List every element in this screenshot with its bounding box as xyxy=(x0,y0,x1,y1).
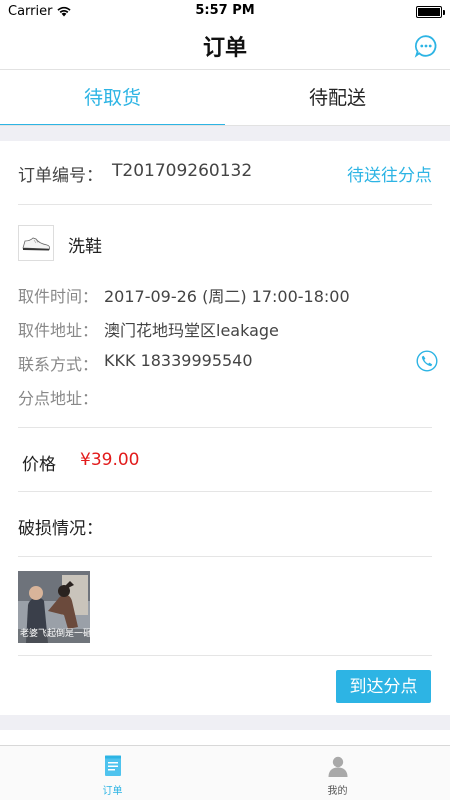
status-bar: Carrier 5:57 PM xyxy=(0,0,450,24)
product-name: 洗鞋 xyxy=(68,237,102,257)
price-value: ¥39.00 xyxy=(80,450,140,470)
tab-pending-pickup[interactable]: 待取货 xyxy=(0,70,225,126)
order-header: 订单编号： T201709260132 待送往分点 xyxy=(18,141,432,205)
order-number-value: T201709260132 xyxy=(112,161,253,181)
user-icon xyxy=(328,756,347,777)
pickup-address-row: 取件地址： 澳门花地玛堂区leakage xyxy=(18,317,432,341)
damage-photo-caption: 老婆飞起倒是一砸 xyxy=(20,629,90,639)
branch-address-label: 分点地址： xyxy=(18,389,99,408)
tabbar-label-orders: 订单 xyxy=(102,786,123,797)
order-status: 待送往分点 xyxy=(347,166,432,186)
order-card[interactable]: 订单编号： T201709260132 待送往分点 洗鞋 取件时间： 2017-… xyxy=(0,141,450,715)
divider xyxy=(18,427,432,428)
status-time: 5:57 PM xyxy=(195,3,255,18)
tab-pending-delivery[interactable]: 待配送 xyxy=(225,70,450,126)
order-list-icon xyxy=(104,755,121,776)
pickup-address-value: 澳门花地玛堂区leakage xyxy=(104,321,279,340)
chat-bubble-icon[interactable] xyxy=(414,34,438,58)
pickup-time-row: 取件时间： 2017-09-26 (周二) 17:00-18:00 xyxy=(18,283,432,307)
tabbar-item-mine[interactable]: 我的 xyxy=(225,746,450,800)
contact-row: 联系方式： KKK 18339995540 xyxy=(18,350,438,375)
contact-value: KKK 18339995540 xyxy=(104,351,253,370)
phone-icon[interactable] xyxy=(416,350,438,372)
nav-bar: 订单 xyxy=(0,24,450,70)
tabbar-label-mine: 我的 xyxy=(327,786,348,797)
bottom-tab-bar: 订单 我的 xyxy=(0,745,450,800)
arrive-at-branch-button[interactable]: 到达分点 xyxy=(336,670,431,703)
order-tabs: 待取货 待配送 xyxy=(0,70,450,126)
tabbar-item-orders[interactable]: 订单 xyxy=(0,746,225,800)
damage-label: 破损情况： xyxy=(18,519,103,539)
battery-level xyxy=(418,8,440,16)
divider xyxy=(18,491,432,492)
contact-label: 联系方式： xyxy=(18,355,99,374)
price-label: 价格 xyxy=(22,455,56,475)
section-gap-bottom xyxy=(0,715,450,730)
pickup-time-label: 取件时间： xyxy=(18,287,99,306)
product-row: 洗鞋 xyxy=(18,225,432,263)
sneaker-icon xyxy=(18,225,54,261)
divider xyxy=(18,556,432,557)
divider xyxy=(18,655,432,656)
pickup-time-value: 2017-09-26 (周二) 17:00-18:00 xyxy=(104,287,350,306)
pickup-address-label: 取件地址： xyxy=(18,321,99,340)
page-title: 订单 xyxy=(202,36,247,61)
battery-tip xyxy=(443,10,445,15)
battery-icon xyxy=(416,6,445,18)
damage-photo[interactable]: 老婆飞起倒是一砸 xyxy=(18,571,90,643)
branch-address-row: 分点地址： xyxy=(18,385,432,409)
section-gap xyxy=(0,126,450,141)
order-number-label: 订单编号： xyxy=(18,166,103,186)
